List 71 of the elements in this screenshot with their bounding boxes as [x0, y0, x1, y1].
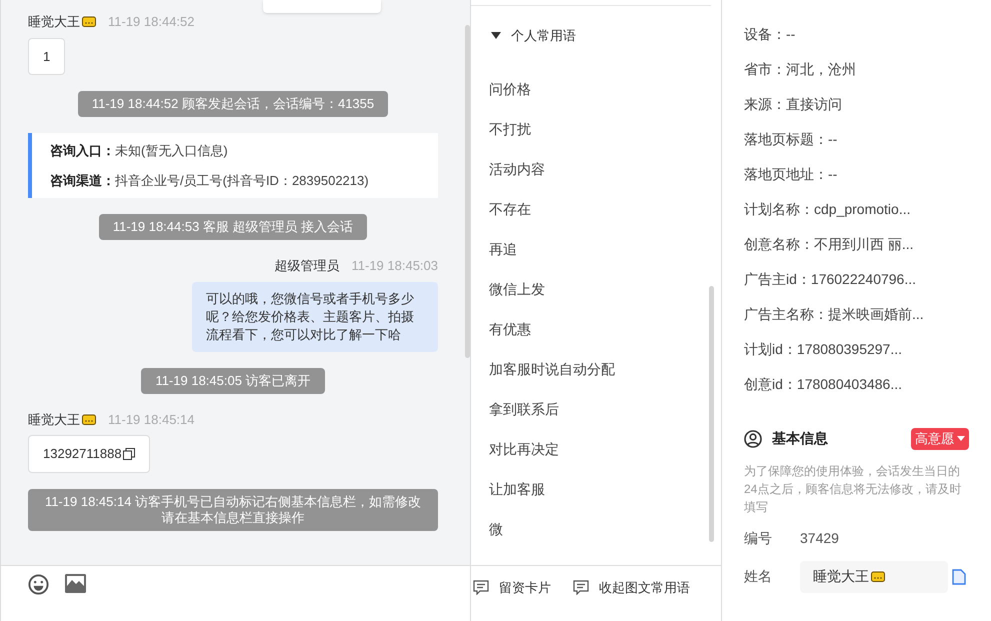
action-button[interactable]: 收起图文常用语 [573, 578, 690, 598]
field-label: 计划id： [744, 340, 797, 359]
document-icon[interactable] [952, 568, 966, 584]
phrase-item[interactable]: 让加客服 [489, 470, 545, 510]
field-label: 来源： [744, 95, 786, 114]
phrase-group-header[interactable]: 个人常用语 [491, 26, 576, 46]
image-icon[interactable] [65, 574, 86, 593]
badge-icon [82, 16, 96, 27]
system-notice: 11-19 18:45:05 访客已离开 [141, 368, 325, 394]
notice-text: 为了保障您的使用体验，会话发生当日的24点之后，顾客信息将无法修改，请及时填写 [744, 462, 962, 516]
field-label: 创意名称： [744, 235, 814, 254]
info-value: 抖音企业号/员工号(抖音号ID：2839502213) [115, 172, 369, 190]
phrase-item[interactable]: 微 [489, 510, 503, 550]
section-title: 基本信息 [772, 429, 828, 448]
phrase-item[interactable]: 不存在 [489, 190, 531, 230]
sender-name: 睡觉大王 [28, 12, 96, 32]
intent-tag[interactable]: 高意愿 [911, 428, 969, 450]
system-notice: 11-19 18:44:52 顾客发起会话，会话编号：41355 [78, 91, 388, 117]
message-bubble: 13292711888 [28, 435, 150, 472]
message-time: 11-19 18:44:52 [108, 13, 194, 31]
detail-field: 设备：-- [744, 24, 796, 44]
field-label: 广告主id： [744, 270, 811, 289]
field-value: 178080403486... [796, 375, 902, 394]
field-value: 178080395297... [796, 340, 902, 359]
message-icon [573, 580, 589, 596]
message-bubble: 可以的哦，您微信号或者手机号多少呢？给您发价格表、主题客片、拍摄流程看下，您可以对比了解一下哈 [192, 282, 438, 352]
emoji-icon[interactable] [28, 574, 49, 595]
phrase-item[interactable]: 对比再决定 [489, 430, 559, 470]
detail-field: 落地页地址：-- [744, 164, 838, 184]
phrase-item[interactable]: 不打扰 [489, 110, 531, 150]
system-notice: 11-19 18:44:53 客服 超级管理员 接入会话 [98, 214, 368, 240]
info-value: 未知(暂无入口信息) [115, 142, 228, 160]
field-value: 不用到川西 丽... [814, 235, 914, 254]
field-label: 编号 [744, 528, 773, 548]
field-label: 姓名 [744, 567, 773, 586]
message-bubble: 1 [28, 38, 66, 75]
phrase-item[interactable]: 再追 [489, 230, 517, 270]
user-icon [744, 430, 762, 448]
message-time: 11-19 18:45:03 [352, 257, 438, 275]
sender-name: 超级管理员 [274, 257, 340, 275]
scrollbar[interactable] [709, 286, 714, 542]
scrollbar[interactable] [465, 25, 470, 358]
field-value: 提米映画婚前... [828, 305, 924, 324]
badge-icon [871, 571, 885, 582]
phrase-item[interactable]: 活动内容 [489, 150, 545, 190]
field-label: 创意id： [744, 375, 797, 394]
field-value: 河北，沧州 [786, 60, 856, 79]
field-label: 省市： [744, 60, 786, 79]
sender-name: 睡觉大王 [28, 410, 96, 429]
message-time: 11-19 18:45:14 [108, 410, 194, 428]
info-label: 咨询渠道： [50, 172, 115, 190]
field-label: 广告主名称： [744, 305, 828, 324]
field-value: 37429 [800, 528, 839, 548]
info-label: 咨询入口： [50, 142, 115, 160]
system-notice: 11-19 18:45:14 访客手机号已自动标记右侧基本信息栏，如需修改请在基本信息栏直接操作 [28, 488, 438, 530]
name-field[interactable]: 睡觉大王 [800, 560, 948, 592]
badge-icon [82, 414, 96, 424]
copy-icon[interactable] [122, 448, 135, 460]
field-value: 直接访问 [786, 95, 842, 114]
field-value: 176022240796... [810, 270, 916, 289]
phrase-item[interactable]: 拿到联系后 [489, 390, 559, 430]
action-button[interactable]: 留资卡片 [473, 578, 551, 598]
field-value: cdp_promotio... [814, 200, 910, 219]
detail-field: 落地页标题：-- [744, 129, 838, 149]
phrase-item[interactable]: 加客服时说自动分配 [489, 350, 615, 390]
phrase-item[interactable]: 微信上发 [489, 270, 545, 310]
field-label: 计划名称： [744, 200, 814, 219]
message-icon [473, 580, 489, 596]
phrase-item[interactable]: 问价格 [489, 70, 531, 110]
phrase-item[interactable]: 有优惠 [489, 310, 531, 350]
caret-icon [957, 436, 965, 442]
